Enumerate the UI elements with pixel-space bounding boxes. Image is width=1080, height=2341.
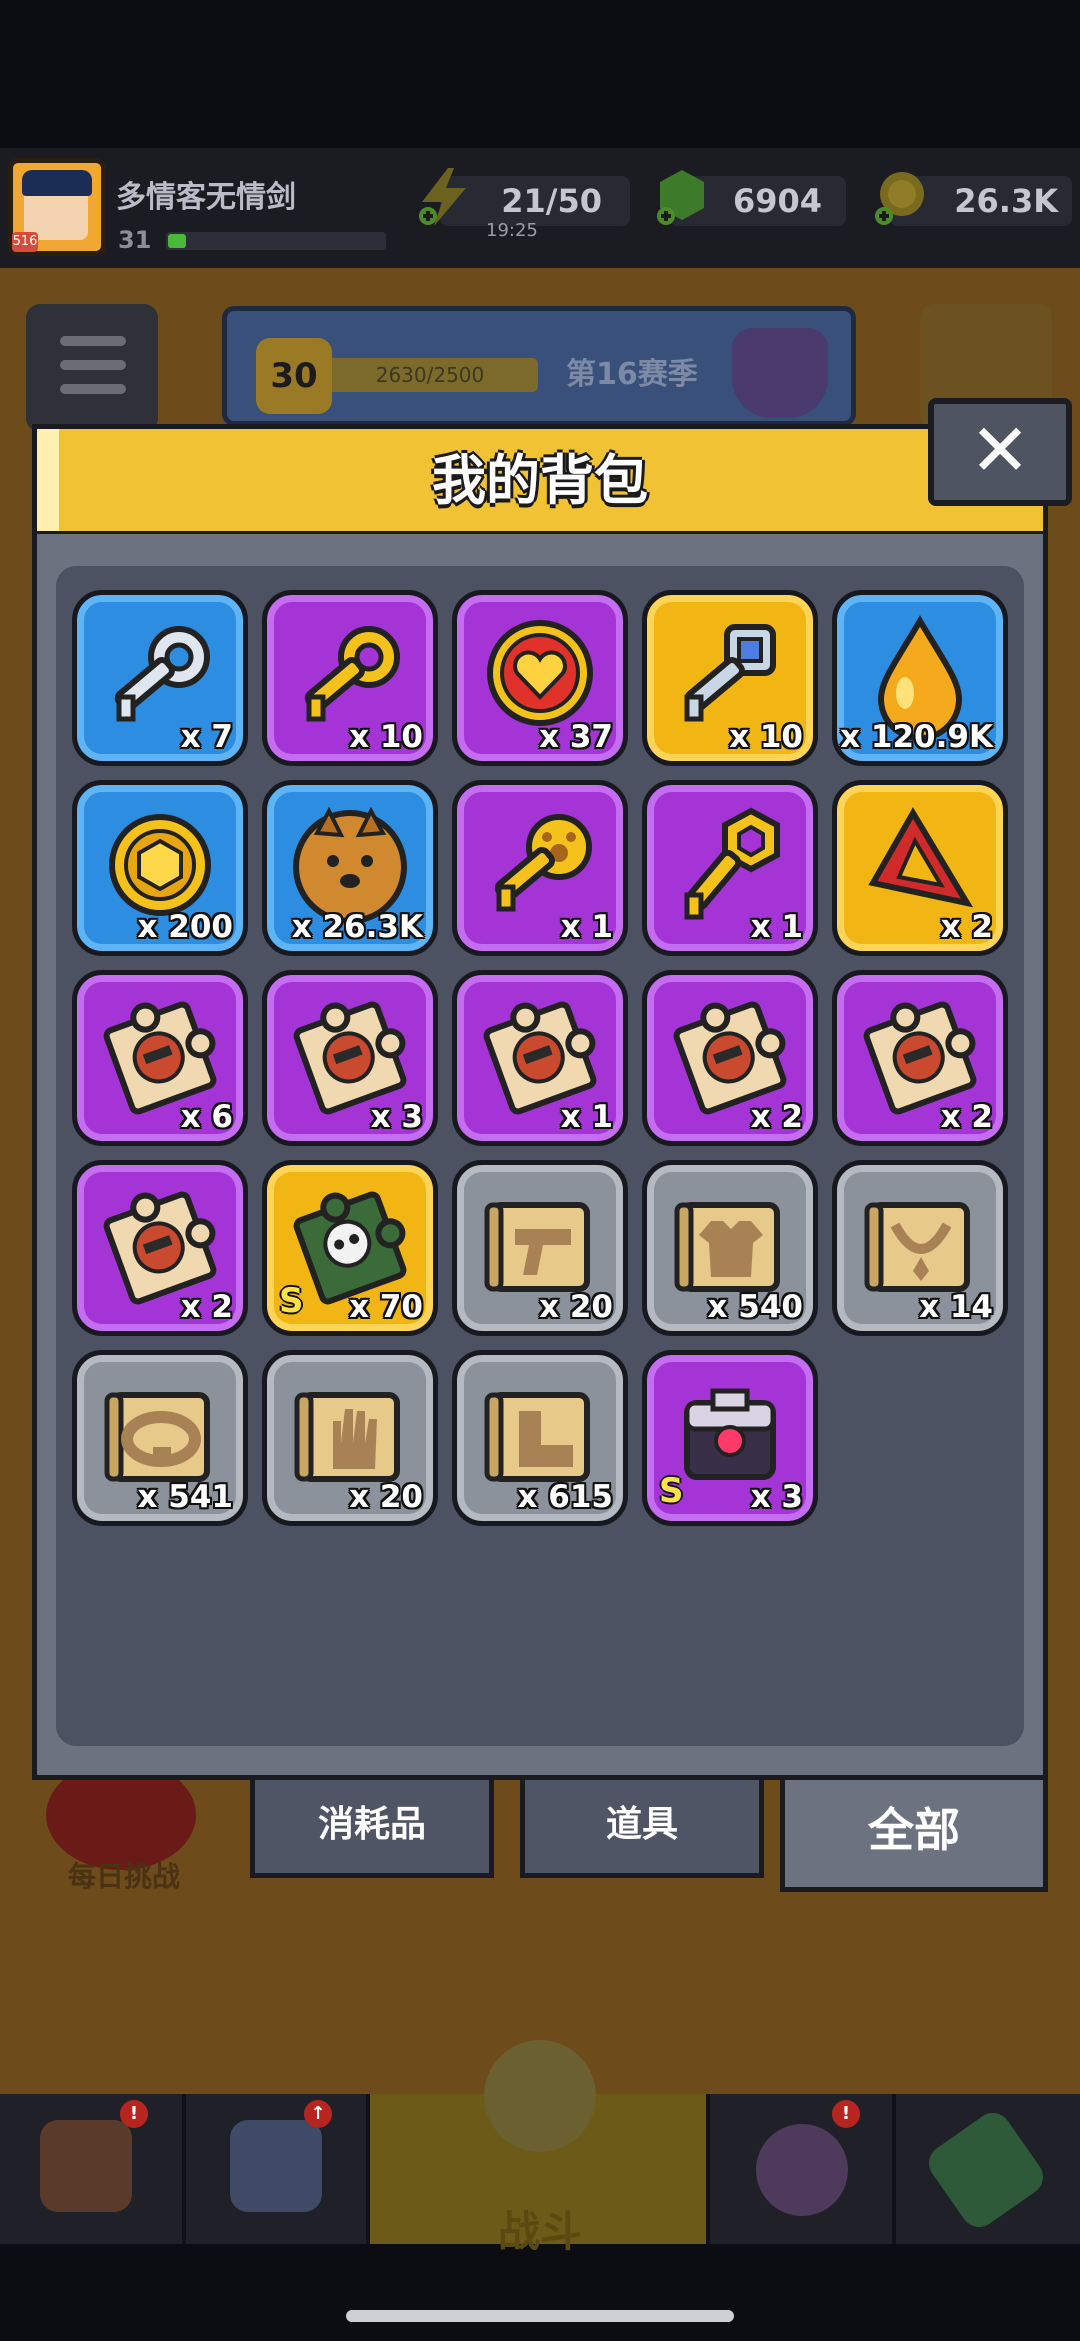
inventory-item[interactable]: x 1 xyxy=(452,780,628,956)
menu-icon-line xyxy=(60,384,126,394)
shop-icon xyxy=(40,2120,132,2212)
item-quantity: x 3 xyxy=(370,1099,423,1135)
avatar-level-badge: 516 xyxy=(12,232,38,252)
item-quantity: x 37 xyxy=(539,719,613,755)
item-quantity: x 615 xyxy=(517,1479,614,1515)
item-quantity: x 2 xyxy=(940,1099,993,1135)
inventory-item[interactable]: x 1 xyxy=(642,780,818,956)
inventory-item[interactable]: x 37 xyxy=(452,590,628,766)
upgrade-badge: ↑ xyxy=(304,2100,332,2128)
tab-items[interactable]: 道具 xyxy=(520,1780,764,1878)
modal-title: 我的背包 xyxy=(432,449,648,512)
tab-consumables[interactable]: 消耗品 xyxy=(250,1780,494,1878)
inventory-item[interactable]: x 3 xyxy=(262,970,438,1146)
season-rank: 30 xyxy=(256,338,332,414)
item-quantity: x 20 xyxy=(539,1289,613,1325)
inventory-item[interactable]: x 20 xyxy=(452,1160,628,1336)
green-gem-icon xyxy=(657,170,704,225)
inventory-item[interactable]: x 540 xyxy=(642,1160,818,1336)
item-quantity: x 2 xyxy=(750,1099,803,1135)
modal-header-accent xyxy=(37,429,59,531)
inventory-item[interactable]: x 26.3K xyxy=(262,780,438,956)
season-badge-icon xyxy=(732,328,828,418)
close-button[interactable]: ✕ xyxy=(928,398,1072,506)
item-quantity: x 14 xyxy=(919,1289,993,1325)
inventory-item[interactable]: x 6 xyxy=(72,970,248,1146)
item-quantity: x 2 xyxy=(940,909,993,945)
item-quantity: x 10 xyxy=(729,719,803,755)
season-name: 第16赛季 xyxy=(566,357,698,392)
player-name: 多情客无情剑 xyxy=(116,180,296,215)
inventory-item[interactable]: x 14 xyxy=(832,1160,1008,1336)
item-quantity: x 540 xyxy=(707,1289,804,1325)
inventory-item[interactable]: x 2 xyxy=(72,1160,248,1336)
inventory-item[interactable]: x 2 xyxy=(642,970,818,1146)
stars-globe-icon xyxy=(756,2124,848,2216)
inventory-item[interactable]: x 20 xyxy=(262,1350,438,1526)
inventory-item[interactable]: x 7 xyxy=(72,590,248,766)
daily-challenge-label[interactable]: 每日挑战 xyxy=(24,1852,224,1902)
s-rank-badge: S xyxy=(279,1281,304,1321)
inventory-item[interactable]: x 10 xyxy=(262,590,438,766)
s-rank-badge: S xyxy=(659,1471,684,1511)
player-level: 31 xyxy=(118,226,152,254)
shield-icon xyxy=(230,2120,322,2212)
inventory-item[interactable]: Sx 3 xyxy=(642,1350,818,1526)
player-xp-fill xyxy=(168,234,186,248)
item-quantity: x 1 xyxy=(750,909,803,945)
item-quantity: x 541 xyxy=(137,1479,234,1515)
item-quantity: x 2 xyxy=(180,1289,233,1325)
season-progress: 2630/2500 xyxy=(322,358,538,392)
inventory-item[interactable]: Sx 70 xyxy=(262,1160,438,1336)
item-quantity: x 6 xyxy=(180,1099,233,1135)
menu-icon-line xyxy=(60,360,126,370)
tab-all[interactable]: 全部 xyxy=(780,1780,1048,1892)
inventory-item[interactable]: x 2 xyxy=(832,780,1008,956)
lightning-icon xyxy=(419,168,466,226)
player-xp-bar xyxy=(166,232,386,250)
item-quantity: x 120.9K xyxy=(840,719,993,755)
inventory-item[interactable]: x 120.9K xyxy=(832,590,1008,766)
crossed-swords-star-icon xyxy=(484,2040,596,2152)
item-quantity: x 26.3K xyxy=(291,909,423,945)
notification-badge: ! xyxy=(120,2100,148,2128)
inventory-item[interactable]: x 200 xyxy=(72,780,248,956)
item-quantity: x 1 xyxy=(560,1099,613,1135)
item-quantity: x 70 xyxy=(349,1289,423,1325)
inventory-item[interactable]: x 10 xyxy=(642,590,818,766)
item-quantity: x 3 xyxy=(750,1479,803,1515)
item-quantity: x 7 xyxy=(180,719,233,755)
inventory-item[interactable]: x 1 xyxy=(452,970,628,1146)
menu-icon-line xyxy=(60,336,126,346)
gold-coin-icon xyxy=(875,172,924,225)
item-quantity: x 20 xyxy=(349,1479,423,1515)
avatar-hat xyxy=(22,170,92,196)
inventory-item[interactable]: x 615 xyxy=(452,1350,628,1526)
fight-label: 战斗 xyxy=(497,2207,582,2256)
inventory-item[interactable]: x 541 xyxy=(72,1350,248,1526)
home-indicator xyxy=(346,2310,734,2322)
item-quantity: x 1 xyxy=(560,909,613,945)
energy-timer: 19:25 xyxy=(486,220,538,241)
inventory-item[interactable]: x 2 xyxy=(832,970,1008,1146)
item-quantity: x 200 xyxy=(137,909,234,945)
notification-badge: ! xyxy=(832,2100,860,2128)
item-quantity: x 10 xyxy=(349,719,423,755)
